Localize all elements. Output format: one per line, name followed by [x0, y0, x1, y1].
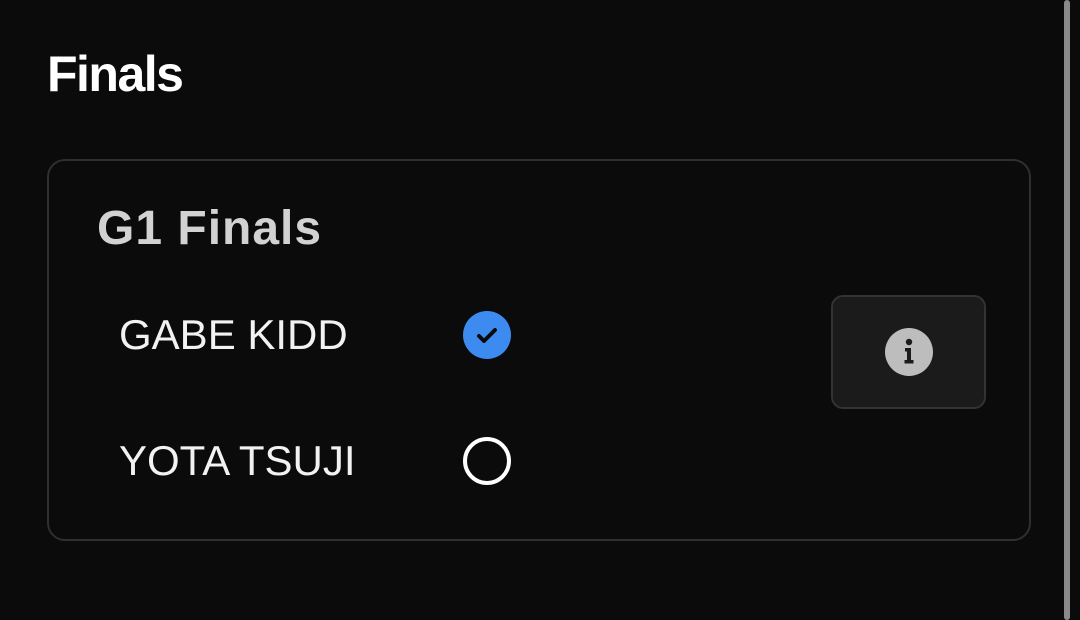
option-label: GABE KIDD: [119, 311, 348, 358]
match-title: G1 Finals: [97, 202, 323, 255]
scrollbar[interactable]: [1064, 0, 1070, 620]
page-title: Finals: [47, 46, 184, 102]
option-label: YOTA TSUJI: [119, 437, 356, 484]
option-yota-tsuji[interactable]: YOTA TSUJI: [119, 431, 511, 491]
radio-selected-icon[interactable]: [463, 311, 511, 359]
info-icon: [884, 328, 933, 376]
info-button[interactable]: [831, 295, 986, 409]
radio-unselected-icon[interactable]: [463, 437, 511, 485]
match-card: G1 Finals GABE KIDD YOTA TSUJI: [47, 159, 1031, 541]
page: Finals G1 Finals GABE KIDD YOTA TSUJI: [0, 0, 1080, 620]
option-gabe-kidd[interactable]: GABE KIDD: [119, 305, 511, 365]
